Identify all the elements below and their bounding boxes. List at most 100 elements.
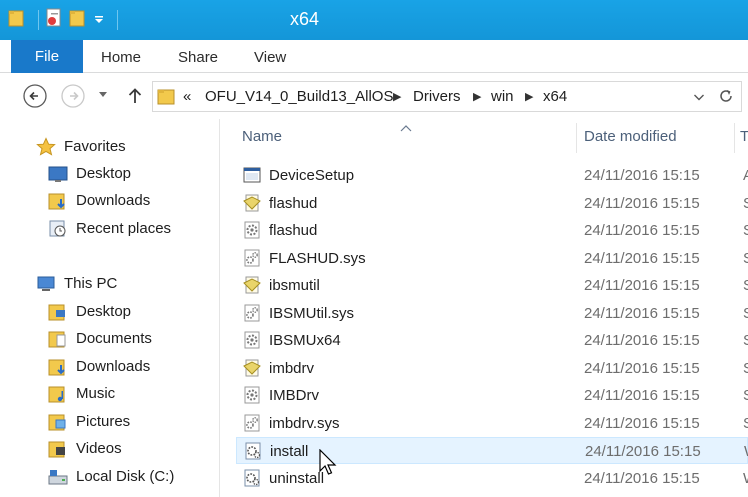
file-type: W xyxy=(743,470,748,487)
nav-label: This PC xyxy=(64,275,118,292)
breadcrumb-item[interactable]: x64 xyxy=(543,88,567,105)
file-type: S xyxy=(743,360,748,377)
nav-pc-pictures[interactable]: Pictures xyxy=(48,408,130,435)
column-name[interactable]: Name xyxy=(242,128,282,145)
nav-favorites[interactable]: Favorites xyxy=(36,133,126,160)
file-type: S xyxy=(743,387,748,404)
nav-pc-videos[interactable]: Videos xyxy=(48,435,122,462)
navigation-pane: Favorites Desktop Downloads Recent place… xyxy=(0,119,219,497)
file-type: S xyxy=(743,332,748,349)
file-date-modified: 24/11/2016 15:15 xyxy=(584,470,700,487)
nav-pc-music[interactable]: Music xyxy=(48,380,115,407)
nav-pc-downloads[interactable]: Downloads xyxy=(48,353,150,380)
file-row[interactable]: DeviceSetup 24/11/2016 15:15 A xyxy=(236,162,748,189)
file-row[interactable]: IBSMUtil.sys 24/11/2016 15:15 S xyxy=(236,300,748,327)
up-button[interactable] xyxy=(122,83,148,109)
column-divider[interactable] xyxy=(576,123,577,153)
security-catalog-icon xyxy=(242,193,262,213)
script-file-icon xyxy=(242,468,262,488)
pane-divider[interactable] xyxy=(219,119,220,497)
file-name: IBSMUtil.sys xyxy=(269,305,355,322)
file-row[interactable]: ibsmutil 24/11/2016 15:15 S xyxy=(236,272,748,299)
refresh-icon[interactable] xyxy=(718,88,734,108)
downloads-folder-icon xyxy=(48,191,68,211)
file-row[interactable]: FLASHUD.sys 24/11/2016 15:15 S xyxy=(236,245,748,272)
nav-label: Music xyxy=(76,385,116,402)
chevron-down-icon[interactable] xyxy=(693,90,705,107)
nav-label: Downloads xyxy=(76,192,151,209)
file-date-modified: 24/11/2016 15:15 xyxy=(584,305,700,322)
videos-folder-icon xyxy=(48,439,68,459)
column-divider[interactable] xyxy=(734,123,735,153)
setup-info-icon xyxy=(242,385,262,405)
breadcrumb-overflow[interactable]: « xyxy=(183,88,191,105)
nav-pc-desktop[interactable]: Desktop xyxy=(48,298,131,325)
tab-home[interactable]: Home xyxy=(101,40,141,73)
setup-info-icon xyxy=(242,220,262,240)
tab-view[interactable]: View xyxy=(254,40,286,73)
desktop-icon xyxy=(48,164,68,184)
file-date-modified: 24/11/2016 15:15 xyxy=(584,222,700,239)
local-disk-icon xyxy=(48,467,68,487)
file-name: IMBDrv xyxy=(269,387,319,404)
ribbon-tabs: File Home Share View xyxy=(0,40,748,73)
recent-locations-icon[interactable] xyxy=(96,87,110,101)
nav-label: Pictures xyxy=(76,413,131,430)
star-icon xyxy=(36,136,56,157)
back-button[interactable] xyxy=(22,83,48,109)
file-row[interactable]: flashud 24/11/2016 15:15 S xyxy=(236,190,748,217)
file-type: S xyxy=(743,250,748,267)
file-name: flashud xyxy=(269,222,318,239)
file-date-modified: 24/11/2016 15:15 xyxy=(584,250,700,267)
breadcrumb-arrow-icon[interactable]: ▶ xyxy=(473,90,481,103)
file-date-modified: 24/11/2016 15:15 xyxy=(584,167,700,184)
address-bar[interactable]: « OFU_V14_0_Build13_AllOS ▶ Drivers ▶ wi… xyxy=(152,81,742,112)
column-type[interactable]: T xyxy=(740,128,748,145)
column-date-modified[interactable]: Date modified xyxy=(584,128,677,145)
downloads-folder-icon xyxy=(48,357,68,377)
file-date-modified: 24/11/2016 15:15 xyxy=(584,387,700,404)
nav-label: Local Disk (C:) xyxy=(76,468,175,485)
system-file-icon xyxy=(242,413,262,433)
file-row[interactable]: install 24/11/2016 15:15 W xyxy=(236,437,748,464)
file-date-modified: 24/11/2016 15:15 xyxy=(584,195,700,212)
file-row[interactable]: IBSMUx64 24/11/2016 15:15 S xyxy=(236,327,748,354)
nav-this-pc[interactable]: This PC xyxy=(36,270,117,297)
file-row[interactable]: IMBDrv 24/11/2016 15:15 S xyxy=(236,382,748,409)
documents-folder-icon xyxy=(48,329,68,349)
tab-file[interactable]: File xyxy=(11,40,83,73)
file-date-modified: 24/11/2016 15:15 xyxy=(584,277,700,294)
security-catalog-icon xyxy=(242,275,262,295)
nav-favorites-recent[interactable]: Recent places xyxy=(48,215,171,242)
sort-ascending-icon xyxy=(400,119,412,132)
file-date-modified: 24/11/2016 15:15 xyxy=(584,332,700,349)
nav-pc-documents[interactable]: Documents xyxy=(48,325,152,352)
title-bar: x64 xyxy=(0,0,748,40)
breadcrumb-arrow-icon[interactable]: ▶ xyxy=(393,90,401,103)
pictures-folder-icon xyxy=(48,412,68,432)
nav-favorites-desktop[interactable]: Desktop xyxy=(48,160,131,187)
nav-favorites-downloads[interactable]: Downloads xyxy=(48,187,150,214)
breadcrumb-item[interactable]: win xyxy=(491,88,514,105)
tab-share[interactable]: Share xyxy=(178,40,218,73)
nav-label: Favorites xyxy=(64,138,126,155)
forward-button[interactable] xyxy=(60,83,86,109)
nav-label: Documents xyxy=(76,330,152,347)
folder-icon xyxy=(157,86,177,110)
setup-info-icon xyxy=(242,330,262,350)
nav-label: Desktop xyxy=(76,165,132,182)
breadcrumb-item[interactable]: Drivers xyxy=(413,88,461,105)
computer-icon xyxy=(36,274,56,294)
nav-label: Videos xyxy=(76,440,122,457)
file-name: DeviceSetup xyxy=(269,167,355,184)
music-folder-icon xyxy=(48,384,68,404)
file-row[interactable]: uninstall 24/11/2016 15:15 W xyxy=(236,465,748,492)
nav-label: Desktop xyxy=(76,303,132,320)
nav-pc-local-disk[interactable]: Local Disk (C:) xyxy=(41,463,213,492)
breadcrumb-arrow-icon[interactable]: ▶ xyxy=(525,90,533,103)
file-row[interactable]: imbdrv.sys 24/11/2016 15:15 S xyxy=(236,410,748,437)
file-date-modified: 24/11/2016 15:15 xyxy=(584,415,700,432)
file-row[interactable]: flashud 24/11/2016 15:15 S xyxy=(236,217,748,244)
file-row[interactable]: imbdrv 24/11/2016 15:15 S xyxy=(236,355,748,382)
breadcrumb-item[interactable]: OFU_V14_0_Build13_AllOS xyxy=(205,88,393,105)
